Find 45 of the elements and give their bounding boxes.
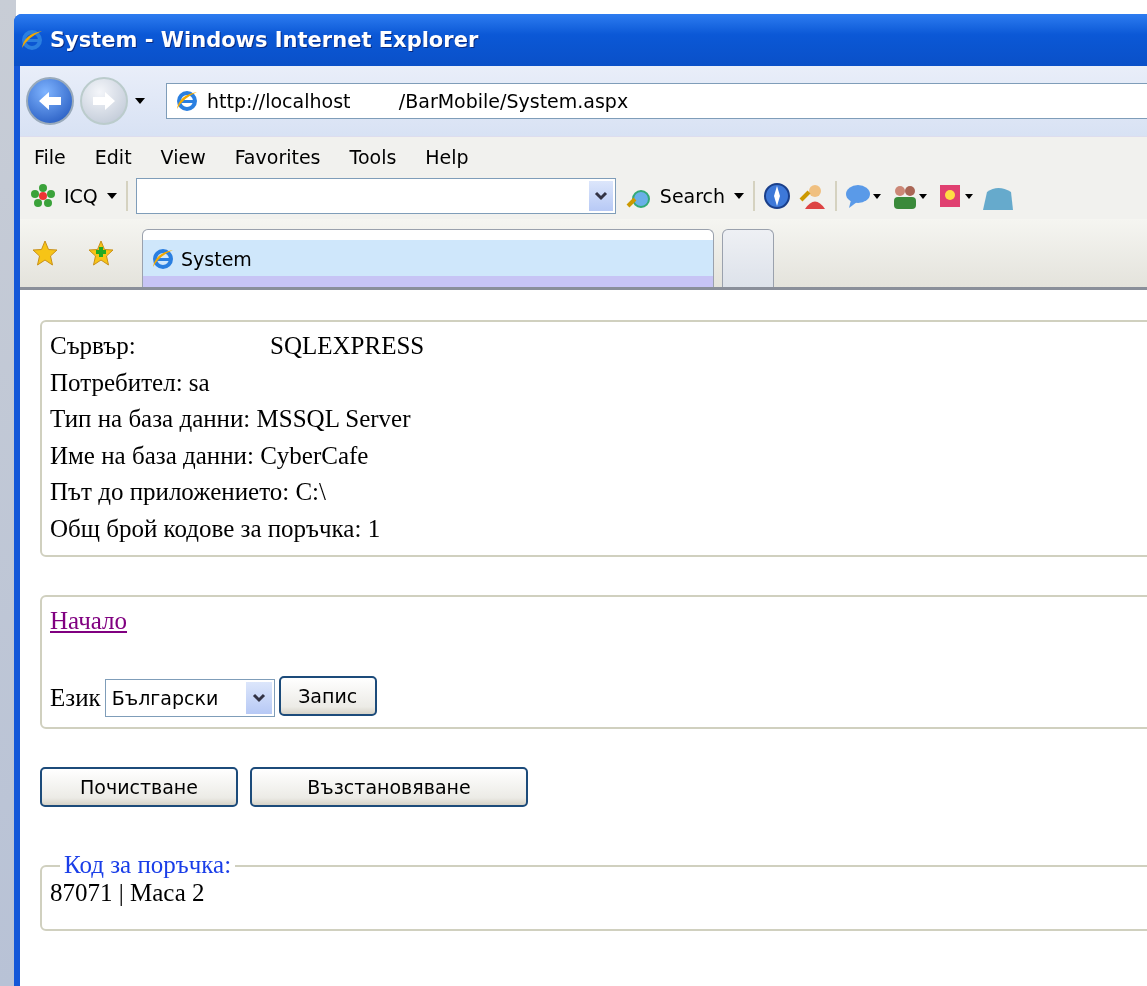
caret-icon[interactable] xyxy=(733,192,746,200)
menu-item[interactable]: Help xyxy=(425,142,483,168)
chevron-icon xyxy=(593,191,608,201)
back-button[interactable] xyxy=(26,77,74,125)
info-value: SQLEXPRESS xyxy=(270,331,425,361)
order-code-value: 87071 | Маса 2 xyxy=(50,878,206,908)
language-label: Език xyxy=(50,683,101,713)
flower-icon[interactable] xyxy=(30,183,56,209)
language-select[interactable]: Български xyxy=(104,678,275,717)
info-line: Име на база данни: CyberCafe xyxy=(50,440,370,471)
info-line: Път до приложението: C:\ xyxy=(50,477,327,507)
caret-icon[interactable] xyxy=(105,192,118,200)
browser-icon xyxy=(20,28,44,52)
info-line: Потребител: sa xyxy=(50,367,211,398)
compass-icon[interactable] xyxy=(763,182,792,210)
restore-button[interactable]: Възстановяване xyxy=(250,767,528,807)
star-icon[interactable] xyxy=(32,240,58,266)
back-arrow-icon xyxy=(37,90,63,112)
menu-item[interactable]: File xyxy=(34,142,80,168)
browser-tab[interactable]: System xyxy=(142,229,714,287)
save-button[interactable]: Запис xyxy=(278,675,377,716)
dropdown-icon xyxy=(245,681,272,714)
info-line: Тип на база данни: MSSQL Server xyxy=(50,404,412,434)
menu-item[interactable]: Tools xyxy=(349,142,411,168)
menu-item[interactable]: Favorites xyxy=(234,142,335,168)
caret-icon[interactable] xyxy=(134,97,146,105)
menu-item[interactable]: Edit xyxy=(94,142,146,168)
forward-arrow-icon xyxy=(91,90,117,112)
person-icon[interactable] xyxy=(799,182,828,210)
info-label: Сървър: xyxy=(50,331,137,361)
add-favorite-icon[interactable] xyxy=(88,240,114,266)
address-field[interactable]: http://localhost /BarMobile/System.aspx xyxy=(166,83,1147,119)
chat-icon[interactable] xyxy=(845,182,884,210)
home-link[interactable]: Начало xyxy=(50,607,127,634)
page-icon xyxy=(175,89,199,113)
search-combo-field[interactable] xyxy=(135,178,616,214)
info-line: Общ брой кодове за поръчка: 1 xyxy=(50,513,382,544)
clear-button[interactable]: Почистване xyxy=(40,767,238,807)
new-tab-button[interactable] xyxy=(722,229,774,287)
card-icon[interactable] xyxy=(937,182,976,210)
window-title: System - Windows Internet Explorer xyxy=(50,28,479,52)
menu-item[interactable]: View xyxy=(160,142,220,168)
search-label[interactable]: Search xyxy=(659,185,726,207)
browser-icon xyxy=(151,246,175,271)
toolbar-label[interactable]: ICQ xyxy=(64,185,98,207)
